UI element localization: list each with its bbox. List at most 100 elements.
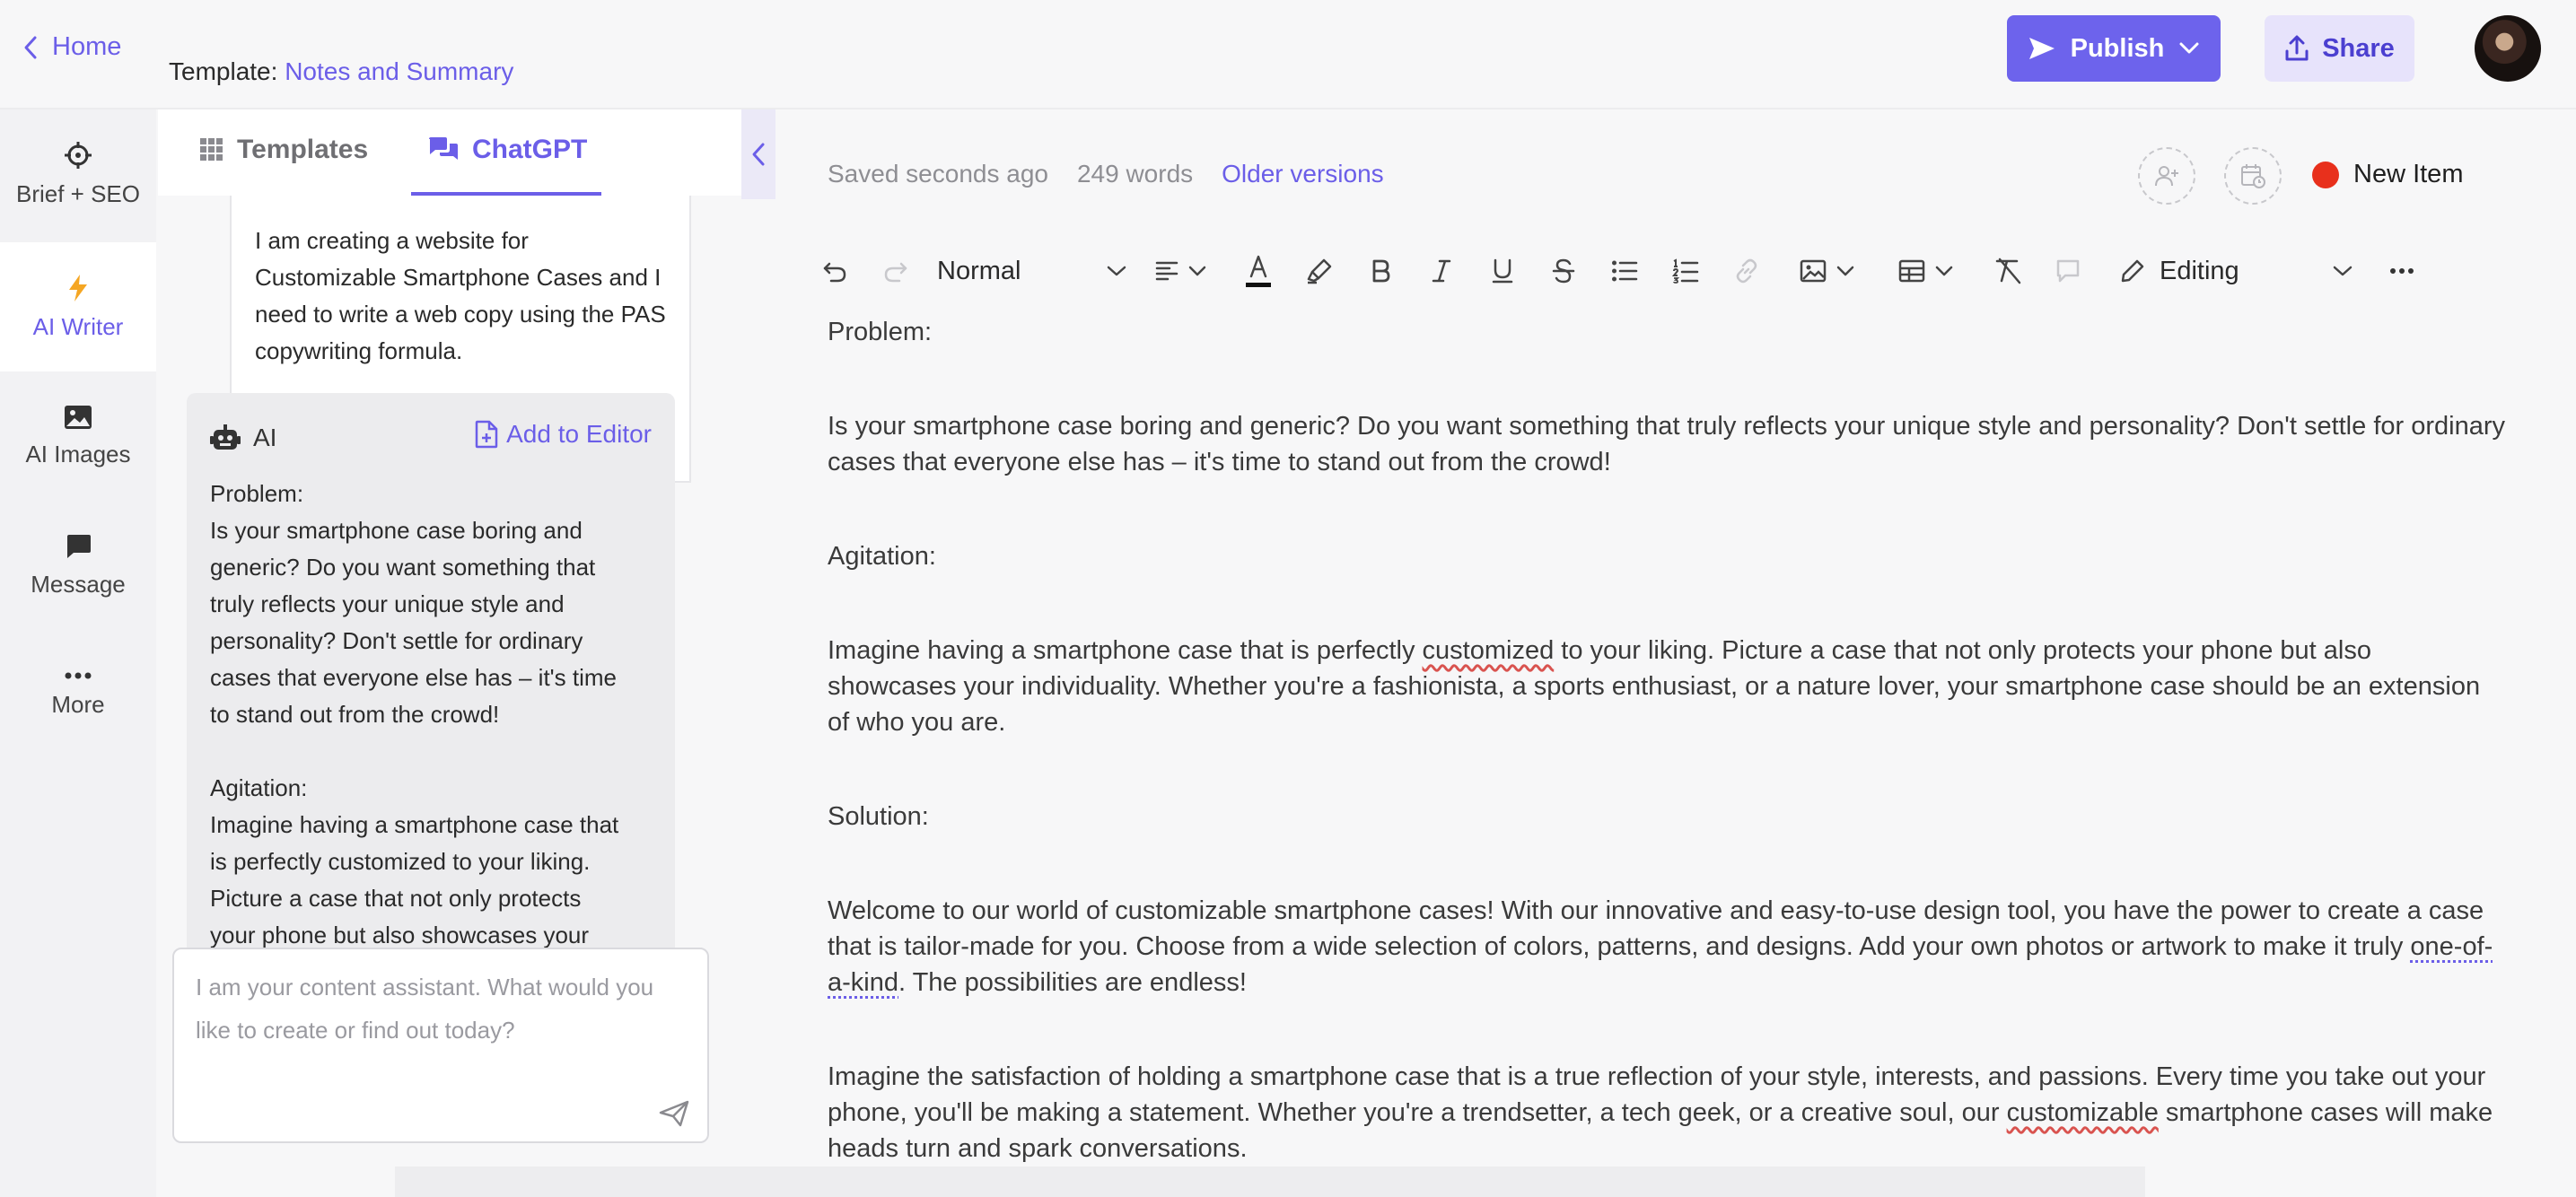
highlight-button[interactable]	[1301, 253, 1337, 289]
tab-label: ChatGPT	[472, 135, 588, 164]
underline-icon	[1492, 258, 1513, 284]
tab-chatgpt[interactable]: ChatGPT	[427, 135, 587, 165]
editor-pane: Saved seconds ago 249 words Older versio…	[781, 109, 2576, 1197]
undo-icon	[823, 262, 846, 283]
comment-button[interactable]	[2052, 253, 2084, 289]
spellcheck-word[interactable]: customized	[1423, 636, 1555, 665]
ellipsis-icon	[2390, 268, 2414, 274]
editor-content[interactable]: Problem: Is your smartphone case boring …	[828, 314, 2506, 1193]
chat-tabs: Templates ChatGPT	[158, 109, 741, 196]
tab-label: Templates	[237, 135, 369, 164]
lightning-icon	[69, 274, 87, 301]
problem-heading: Problem:	[828, 318, 933, 346]
add-to-editor-button[interactable]: Add to Editor	[474, 420, 652, 449]
bold-button[interactable]	[1364, 253, 1397, 289]
more-options-button[interactable]	[2384, 253, 2420, 289]
ai-problem-heading: Problem:	[210, 480, 304, 507]
strikethrough-button[interactable]	[1547, 253, 1580, 289]
older-versions-link[interactable]: Older versions	[1222, 160, 1384, 188]
assign-user-button[interactable]	[2138, 147, 2195, 205]
insert-table-button[interactable]	[1892, 253, 1960, 289]
saved-status: Saved seconds ago	[828, 160, 1048, 188]
rail-item-brief-seo[interactable]: Brief + SEO	[0, 109, 156, 239]
chat-input[interactable]: I am your content assistant. What would …	[172, 948, 709, 1143]
editing-mode-value: Editing	[2160, 256, 2239, 285]
ai-response-body: Problem: Is your smartphone case boring …	[210, 476, 632, 954]
rail-item-ai-images[interactable]: AI Images	[0, 371, 156, 501]
bold-icon	[1372, 259, 1390, 283]
ai-problem-text: Is your smartphone case boring and gener…	[210, 517, 617, 728]
agitation-heading: Agitation:	[828, 542, 936, 571]
align-button[interactable]	[1149, 253, 1214, 289]
rail-item-ai-writer[interactable]: AI Writer	[0, 242, 156, 371]
paragraph-style-value: Normal	[937, 256, 1021, 285]
spellcheck-word[interactable]: customizable	[2007, 1098, 2159, 1127]
message-icon	[67, 534, 91, 558]
redo-icon	[884, 262, 907, 283]
redo-button[interactable]	[880, 253, 912, 289]
add-document-icon	[475, 420, 498, 449]
grid-icon	[200, 138, 223, 161]
rail-item-label: AI Writer	[32, 312, 124, 340]
editing-mode-dropdown[interactable]	[2325, 253, 2361, 289]
ai-message-header: AI Add to Editor	[210, 420, 652, 456]
solution-heading: Solution:	[828, 802, 929, 831]
problem-paragraph: Is your smartphone case boring and gener…	[828, 412, 2505, 476]
top-bar: Home Template: Notes and Summary Publish…	[0, 0, 2576, 109]
document-meta: Saved seconds ago 249 words Older versio…	[828, 160, 1384, 188]
calendar-clock-icon	[2241, 164, 2265, 188]
highlighter-icon	[1307, 258, 1332, 284]
send-icon	[2028, 38, 2055, 59]
image-icon	[1800, 259, 1827, 283]
share-button[interactable]: Share	[2265, 15, 2414, 82]
rail-item-label: AI Images	[25, 440, 131, 467]
link-icon	[1736, 258, 1757, 284]
rail-item-message[interactable]: Message	[0, 501, 156, 630]
status-dot	[2312, 161, 2339, 188]
chat-input-placeholder: I am your content assistant. What would …	[196, 974, 654, 1044]
solution-paragraph: Welcome to our world of customizable sma…	[828, 893, 2506, 1000]
table-icon	[1898, 259, 1925, 283]
align-left-icon	[1155, 261, 1178, 281]
item-status-label: New Item	[2353, 160, 2464, 188]
rail-item-more[interactable]: More	[0, 630, 156, 759]
item-status[interactable]: New Item	[2312, 160, 2463, 189]
text-color-icon	[1246, 255, 1271, 287]
user-avatar[interactable]	[2475, 15, 2541, 82]
left-rail: Brief + SEO AI Writer AI Images Message …	[0, 109, 156, 1197]
publish-button[interactable]: Publish	[2007, 15, 2221, 82]
editing-mode-select[interactable]: Editing	[2120, 253, 2325, 289]
bullet-list-button[interactable]	[1608, 253, 1641, 289]
template-name[interactable]: Notes and Summary	[285, 57, 513, 85]
tab-templates[interactable]: Templates	[199, 135, 368, 165]
text-run: Imagine having a smartphone case that is…	[828, 636, 1423, 665]
undo-button[interactable]	[819, 253, 851, 289]
strikethrough-icon	[1552, 258, 1575, 284]
chevron-down-icon	[2333, 266, 2353, 276]
numbered-list-button[interactable]	[1669, 253, 1702, 289]
template-indicator: Template: Notes and Summary	[169, 57, 513, 86]
editor-toolbar: Normal Editing	[808, 244, 2513, 298]
underline-button[interactable]	[1486, 253, 1519, 289]
clear-formatting-button[interactable]	[1991, 253, 2027, 289]
italic-icon	[1432, 259, 1451, 283]
horizontal-scrollbar[interactable]	[395, 1166, 2145, 1197]
numbered-list-icon	[1672, 258, 1699, 284]
collapse-panel-button[interactable]	[741, 109, 775, 199]
upload-icon	[2285, 35, 2309, 61]
paragraph-style-select[interactable]: Normal	[937, 253, 1127, 289]
schedule-button[interactable]	[2224, 147, 2282, 205]
chat-panel: Templates ChatGPT I am creating a websit…	[158, 109, 781, 1197]
home-link[interactable]: Home	[22, 32, 121, 62]
share-label: Share	[2322, 33, 2395, 63]
insert-image-button[interactable]	[1793, 253, 1862, 289]
ai-label: AI	[253, 424, 277, 451]
chevron-left-icon	[24, 36, 37, 58]
chevron-down-icon	[1935, 266, 1953, 276]
link-button[interactable]	[1730, 253, 1763, 289]
closing-paragraph: Imagine the satisfaction of holding a sm…	[828, 1059, 2506, 1166]
rail-item-label: Brief + SEO	[16, 179, 140, 207]
italic-button[interactable]	[1425, 253, 1458, 289]
text-color-button[interactable]	[1240, 253, 1276, 289]
send-icon[interactable]	[659, 1100, 689, 1127]
